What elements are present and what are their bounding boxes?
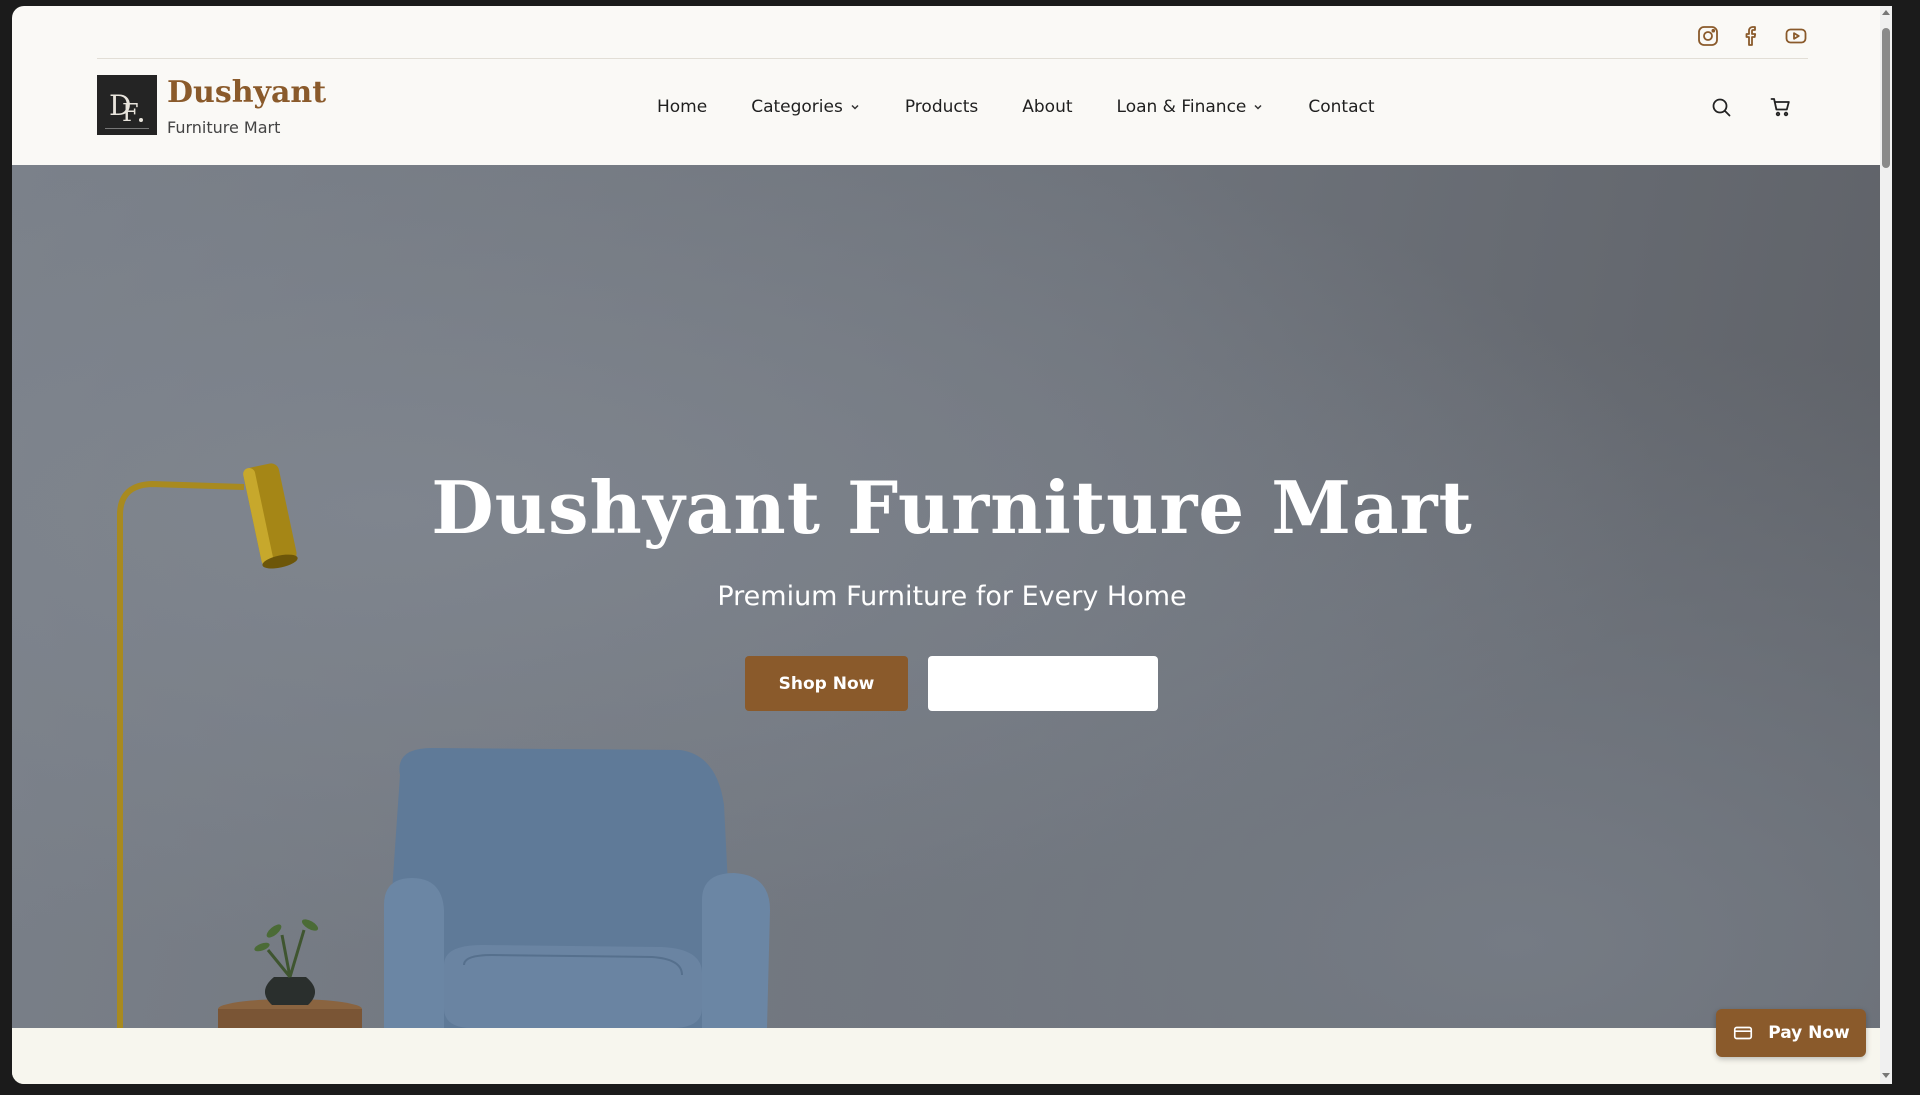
nav-products[interactable]: Products <box>905 97 978 117</box>
instagram-icon[interactable] <box>1696 24 1720 48</box>
nav-about-label: About <box>1022 97 1073 117</box>
nav-categories[interactable]: Categories <box>751 97 861 117</box>
pay-now-label: Pay Now <box>1768 1023 1850 1043</box>
nav-contact[interactable]: Contact <box>1308 97 1374 117</box>
scroll-up-arrow-icon[interactable] <box>1881 8 1891 18</box>
search-icon[interactable] <box>1709 95 1733 119</box>
chevron-down-icon <box>851 104 859 110</box>
hero-title: Dushyant Furniture Mart <box>431 465 1473 550</box>
nav-products-label: Products <box>904 97 979 117</box>
explore-categories-button[interactable]: Explore Categories <box>928 656 1158 711</box>
scroll-down-arrow-icon[interactable] <box>1881 1070 1891 1080</box>
top-social-bar <box>97 6 1808 59</box>
nav-contact-label: Contact <box>1308 97 1375 117</box>
page-scrollbar[interactable] <box>1880 6 1892 1084</box>
logo-mark: D F <box>105 89 149 129</box>
scrollbar-thumb[interactable] <box>1882 28 1890 168</box>
nav-loan-finance[interactable]: Loan & Finance <box>1117 97 1265 117</box>
brand-tagline: Furniture Mart <box>167 118 281 137</box>
nav-loan-finance-label: Loan & Finance <box>1116 97 1247 117</box>
hero-section: Dushyant Furniture Mart Premium Furnitur… <box>12 165 1892 1028</box>
next-section <box>12 1028 1892 1084</box>
nav-home[interactable]: Home <box>657 97 707 117</box>
logo[interactable]: D F <box>97 75 157 135</box>
nav-categories-label: Categories <box>751 97 843 117</box>
shop-now-button[interactable]: Shop Now <box>745 656 908 711</box>
credit-card-icon <box>1734 1026 1753 1040</box>
brand-name[interactable]: Dushyant <box>167 75 326 110</box>
chevron-down-icon <box>1254 104 1262 110</box>
nav-home-label: Home <box>657 97 708 117</box>
main-nav: Home Categories Products About Loan & Fi… <box>657 97 1419 117</box>
main-header: D F Dushyant Furniture Mart Home Categor… <box>12 58 1892 165</box>
svg-text:F: F <box>122 99 139 127</box>
youtube-icon[interactable] <box>1784 24 1808 48</box>
social-links <box>1696 24 1808 48</box>
browser-window: D F Dushyant Furniture Mart Home Categor… <box>12 6 1892 1084</box>
pay-now-button[interactable]: Pay Now <box>1716 1009 1866 1057</box>
hero-subtitle: Premium Furniture for Every Home <box>717 581 1187 612</box>
nav-about[interactable]: About <box>1022 97 1072 117</box>
facebook-icon[interactable] <box>1740 24 1764 48</box>
cart-icon[interactable] <box>1769 95 1793 119</box>
